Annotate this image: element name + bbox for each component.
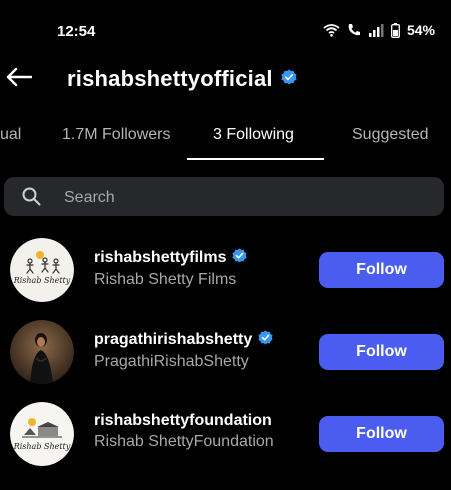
username[interactable]: pragathirishabshetty: [94, 331, 252, 349]
username[interactable]: rishabshettyfilms: [94, 249, 226, 267]
status-icons: 54%: [323, 22, 435, 38]
title-wrap: rishabshettyofficial: [67, 66, 297, 92]
tab-mutual[interactable]: ual: [0, 126, 21, 144]
status-bar: 12:54 54%: [0, 0, 451, 60]
avatar[interactable]: Rishab Shetty: [10, 238, 74, 302]
username-wrap: rishabshettyfoundation: [94, 412, 274, 430]
username-wrap: pragathirishabshetty: [94, 330, 273, 350]
username-wrap: rishabshettyfilms: [94, 248, 248, 268]
full-name: Rishab ShettyFoundation: [94, 433, 274, 450]
search-icon: [22, 187, 41, 211]
tabs: ual 1.7M Followers 3 Following Suggested: [0, 118, 451, 162]
avatar[interactable]: Rishab Shetty: [10, 402, 74, 466]
back-button[interactable]: [4, 64, 34, 94]
battery-percent: 54%: [406, 22, 435, 38]
account-names: rishabshettyfoundation Rishab ShettyFoun…: [94, 412, 274, 451]
follow-button[interactable]: Follow: [319, 334, 444, 370]
verified-badge-icon: [281, 69, 297, 90]
search-input[interactable]: [62, 177, 426, 218]
call-icon: [347, 23, 362, 37]
active-tab-indicator: [187, 158, 324, 160]
verified-badge-icon: [232, 248, 248, 268]
header: rishabshettyofficial: [0, 60, 451, 100]
search-box[interactable]: [4, 177, 444, 218]
avatar-logo-text: Rishab Shetty: [13, 276, 71, 285]
username[interactable]: rishabshettyfoundation: [94, 412, 272, 430]
tab-suggested[interactable]: Suggested: [352, 126, 429, 144]
tab-followers[interactable]: 1.7M Followers: [62, 126, 170, 144]
list-item[interactable]: Rishab Shetty rishabshettyfilms Rishab S…: [0, 236, 451, 306]
wifi-icon: [323, 23, 340, 37]
list-item[interactable]: Rishab Shetty rishabshettyfoundation Ris…: [0, 400, 451, 470]
battery-icon: [391, 22, 400, 38]
verified-badge-icon: [258, 330, 273, 350]
back-arrow-icon: [6, 67, 33, 92]
page-title: rishabshettyofficial: [67, 66, 273, 91]
avatar[interactable]: [10, 320, 74, 384]
account-names: rishabshettyfilms Rishab Shetty Films: [94, 248, 248, 289]
avatar-logo-text: Rishab Shetty: [13, 442, 71, 451]
status-time: 12:54: [57, 23, 96, 40]
list-item[interactable]: pragathirishabshetty PragathiRishabShett…: [0, 318, 451, 388]
follow-button[interactable]: Follow: [319, 416, 444, 452]
full-name: Rishab Shetty Films: [94, 271, 237, 288]
tab-following[interactable]: 3 Following: [213, 126, 294, 144]
follow-button[interactable]: Follow: [319, 252, 444, 288]
account-names: pragathirishabshetty PragathiRishabShett…: [94, 330, 273, 371]
signal-icon: [368, 23, 384, 37]
full-name: PragathiRishabShetty: [94, 353, 249, 370]
